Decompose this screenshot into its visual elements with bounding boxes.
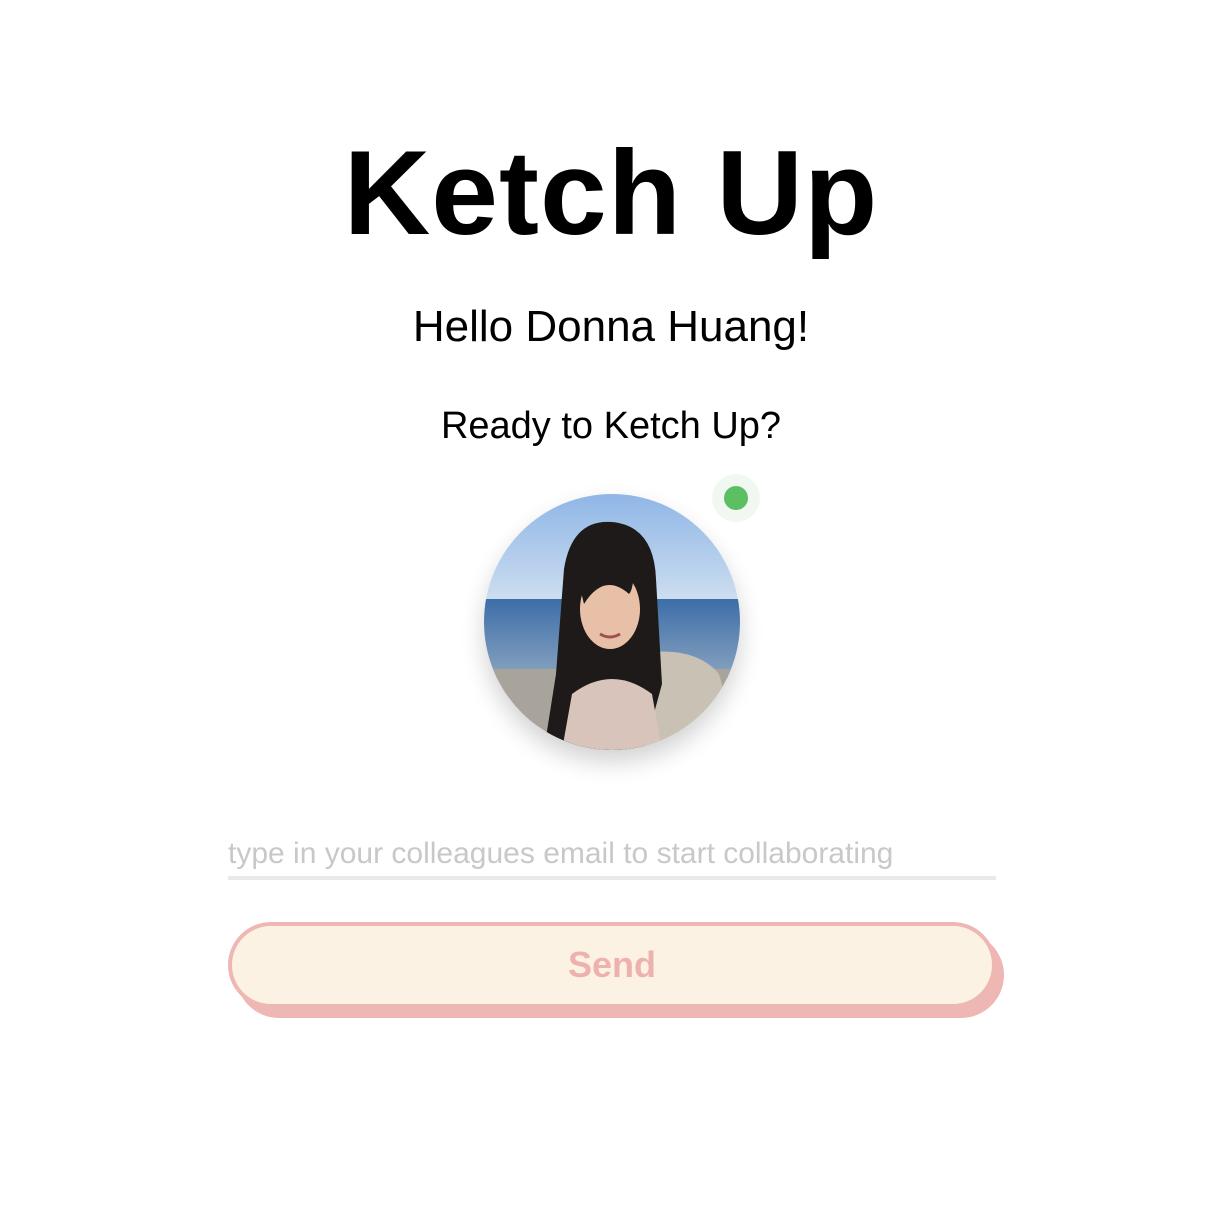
ready-prompt: Ready to Ketch Up? xyxy=(440,405,782,447)
greeting-text: Hello Donna Huang! xyxy=(412,302,810,351)
send-button[interactable]: Send xyxy=(228,922,996,1008)
avatar-photo xyxy=(484,494,740,750)
colleague-email-input[interactable] xyxy=(228,832,996,880)
user-photo-icon xyxy=(484,494,740,750)
online-status-icon xyxy=(724,486,748,510)
app-title: Ketch Up xyxy=(343,126,879,260)
avatar[interactable] xyxy=(484,494,740,750)
